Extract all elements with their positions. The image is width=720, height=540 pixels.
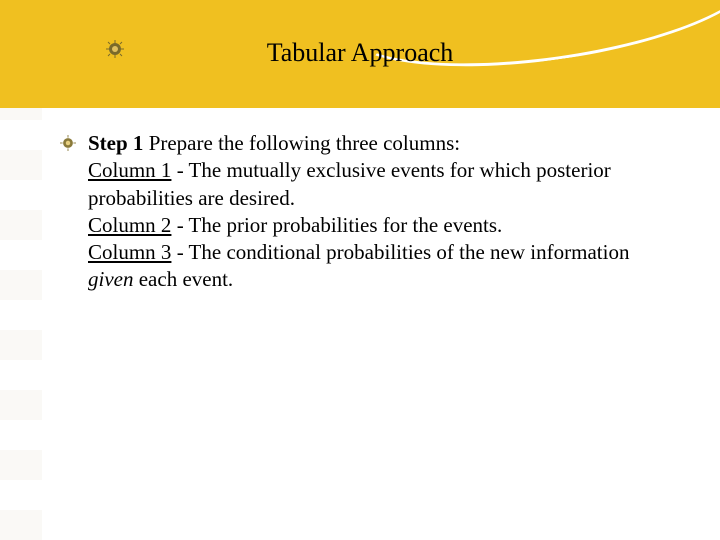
header-band: Tabular Approach [0,0,720,108]
column2-text: - The prior probabilities for the events… [171,213,502,237]
column3-text-b: each event. [133,267,233,291]
column3-line: Column 3 - The conditional probabilities… [88,239,670,294]
step-label: Step 1 [88,131,143,155]
column3-label: Column 3 [88,240,171,264]
column2-line: Column 2 - The prior probabilities for t… [88,212,670,239]
column3-text-a: - The conditional probabilities of the n… [171,240,629,264]
content-body: Step 1 Prepare the following three colum… [60,130,670,294]
column1-line: Column 1 - The mutually exclusive events… [88,157,670,212]
column3-given: given [88,267,133,291]
step-line: Step 1 Prepare the following three colum… [88,130,460,157]
column2-label: Column 2 [88,213,171,237]
slide-title: Tabular Approach [0,38,720,68]
column1-label: Column 1 [88,158,171,182]
step-text: Prepare the following three columns: [143,131,460,155]
left-margin-pattern [0,108,42,540]
bullet-icon [60,135,82,151]
